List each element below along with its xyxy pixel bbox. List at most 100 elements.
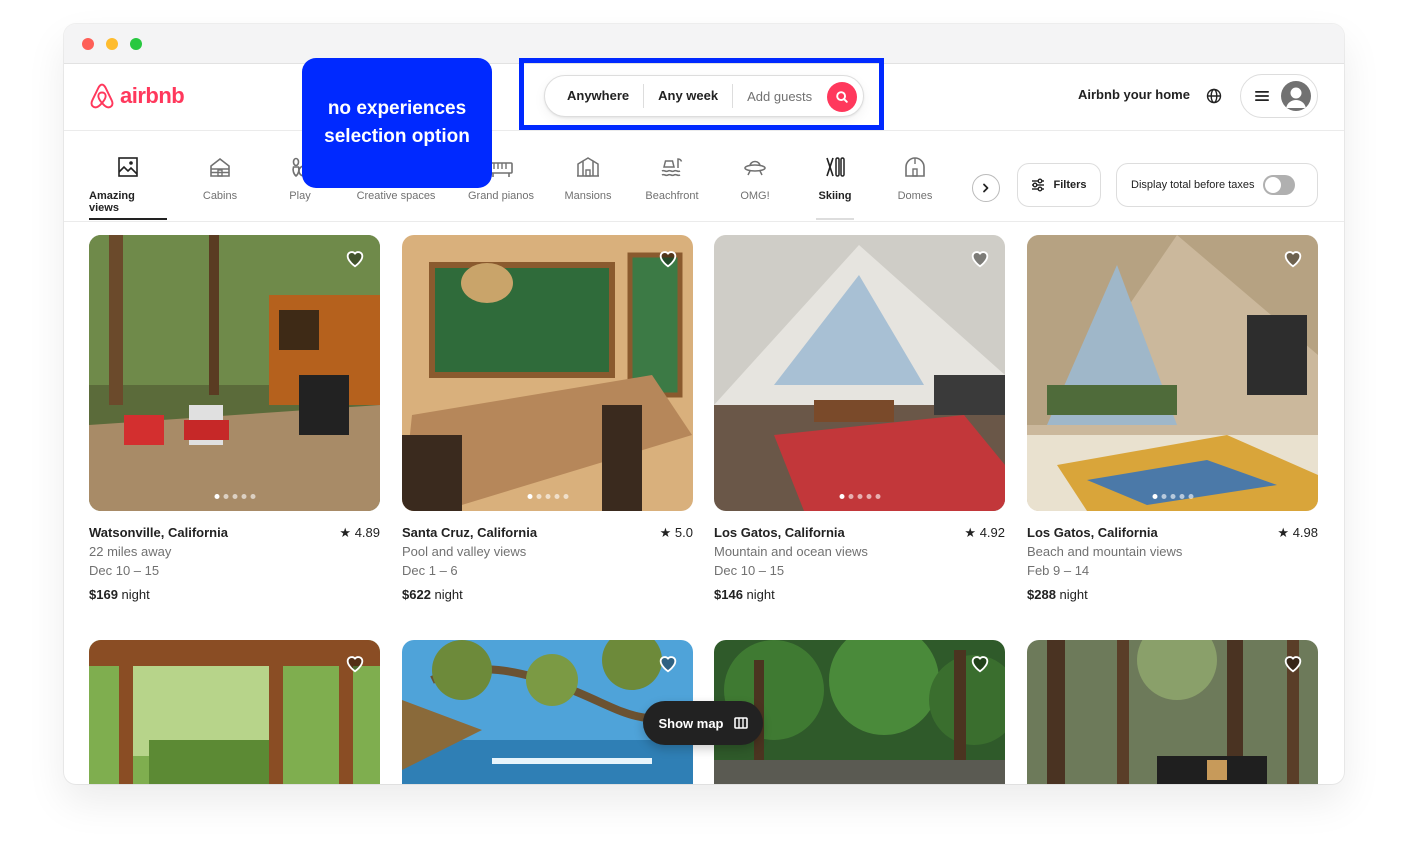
- photo-carousel-dots: [839, 494, 880, 499]
- listing-rating: ★ 4.98: [1277, 525, 1318, 540]
- search-button[interactable]: [827, 82, 857, 112]
- category-label: Play: [289, 190, 311, 202]
- listing-card[interactable]: Los Gatos, California ★ 4.98 Beach and m…: [1027, 235, 1318, 604]
- search-anywhere[interactable]: Anywhere: [545, 84, 643, 108]
- category-underline: [352, 218, 440, 220]
- display-total-toggle[interactable]: [1262, 175, 1295, 195]
- annotation-callout: no experiences selection option: [302, 58, 492, 188]
- listing-photo[interactable]: [402, 235, 693, 511]
- listing-photo-image: [1027, 235, 1318, 511]
- category-label: Cabins: [202, 190, 238, 202]
- favorite-heart-icon[interactable]: [344, 652, 366, 674]
- display-total-label: Display total before taxes: [1131, 179, 1255, 191]
- mansion-icon: [575, 154, 601, 180]
- listing-photo[interactable]: [89, 640, 380, 784]
- close-window-button[interactable]: [82, 38, 94, 50]
- rating-value: 4.92: [979, 525, 1005, 540]
- category-amazing-views[interactable]: Amazing views: [89, 154, 167, 220]
- category-label: Grand pianos: [467, 190, 535, 202]
- listing-photo-image: [714, 235, 1005, 511]
- listing-photo-image: [89, 640, 380, 784]
- listing-rating: ★ 5.0: [659, 525, 693, 540]
- dome-icon: [902, 154, 928, 180]
- search-bar[interactable]: Anywhere Any week Add guests: [544, 75, 864, 117]
- window-titlebar: [64, 24, 1344, 64]
- user-menu-button[interactable]: [1240, 74, 1318, 118]
- category-omg[interactable]: OMG!: [736, 154, 774, 220]
- price-unit: night: [121, 587, 150, 602]
- photo-carousel-dots: [214, 494, 255, 499]
- active-category-underline: [89, 218, 167, 220]
- filters-button[interactable]: Filters: [1017, 163, 1101, 207]
- map-icon: [733, 717, 748, 729]
- mountain-view-icon: [115, 154, 141, 180]
- show-map-button[interactable]: Show map: [643, 701, 763, 745]
- search-add-guests[interactable]: Add guests: [733, 89, 826, 104]
- listing-rating: ★ 4.92: [964, 525, 1005, 540]
- price-amount: $146: [714, 587, 743, 602]
- listing-photo[interactable]: [1027, 235, 1318, 511]
- filters-sliders-icon: [1032, 178, 1045, 192]
- favorite-heart-icon[interactable]: [969, 247, 991, 269]
- category-underline: [736, 218, 774, 220]
- categories-next-button[interactable]: [972, 174, 1000, 202]
- category-label: Mansions: [564, 190, 612, 202]
- display-total-toggle-container: Display total before taxes: [1116, 163, 1318, 207]
- listing-photo[interactable]: [714, 235, 1005, 511]
- price-unit: night: [434, 587, 463, 602]
- favorite-heart-icon[interactable]: [1282, 652, 1304, 674]
- listing-photo[interactable]: [1027, 640, 1318, 784]
- maximize-window-button[interactable]: [130, 38, 142, 50]
- listing-dates: Dec 10 – 15: [714, 563, 785, 578]
- price-amount: $288: [1027, 587, 1056, 602]
- photo-carousel-dots: [527, 494, 568, 499]
- price-unit: night: [746, 587, 775, 602]
- category-skiing[interactable]: Skiing: [816, 154, 854, 220]
- airbnb-logo[interactable]: airbnb: [88, 81, 185, 111]
- listing-photo-image: [1027, 640, 1318, 784]
- minimize-window-button[interactable]: [106, 38, 118, 50]
- hamburger-menu-icon: [1255, 91, 1269, 101]
- favorite-heart-icon[interactable]: [657, 247, 679, 269]
- listing-card[interactable]: [89, 640, 380, 784]
- category-cabins[interactable]: Cabins: [195, 154, 245, 220]
- filters-label: Filters: [1053, 179, 1087, 191]
- beach-icon: [659, 154, 685, 180]
- skiing-icon: [822, 154, 848, 180]
- ufo-icon: [742, 154, 768, 180]
- cabin-icon: [207, 154, 233, 180]
- listing-dates: Feb 9 – 14: [1027, 563, 1090, 578]
- search-any-week[interactable]: Any week: [644, 84, 732, 108]
- category-label: Amazing views: [89, 190, 135, 214]
- price-amount: $622: [402, 587, 431, 602]
- category-label: OMG!: [740, 190, 770, 202]
- favorite-heart-icon[interactable]: [344, 247, 366, 269]
- listing-location: Watsonville, California: [89, 525, 228, 540]
- favorite-heart-icon[interactable]: [969, 652, 991, 674]
- photo-carousel-dots: [1152, 494, 1193, 499]
- category-domes[interactable]: Domes: [894, 154, 936, 220]
- category-label: Domes: [897, 190, 933, 202]
- listing-rating: ★ 4.89: [339, 525, 380, 540]
- listing-card[interactable]: Watsonville, California ★ 4.89 22 miles …: [89, 235, 380, 604]
- favorite-heart-icon[interactable]: [1282, 247, 1304, 269]
- category-beachfront[interactable]: Beachfront: [642, 154, 702, 220]
- favorite-heart-icon[interactable]: [657, 652, 679, 674]
- listing-subtitle: 22 miles away: [89, 544, 172, 559]
- listing-card[interactable]: Los Gatos, California ★ 4.92 Mountain an…: [714, 235, 1005, 604]
- listing-subtitle: Beach and mountain views: [1027, 544, 1183, 559]
- category-underline: [562, 218, 614, 220]
- category-underline: [816, 218, 854, 220]
- category-mansions[interactable]: Mansions: [562, 154, 614, 220]
- listing-photo[interactable]: [89, 235, 380, 511]
- listing-location: Los Gatos, California: [714, 525, 845, 540]
- listing-subtitle: Mountain and ocean views: [714, 544, 868, 559]
- listing-price: $622 night: [402, 585, 693, 604]
- airbnb-your-home-link[interactable]: Airbnb your home: [1078, 87, 1190, 102]
- listing-card[interactable]: [1027, 640, 1318, 784]
- listing-location: Santa Cruz, California: [402, 525, 538, 540]
- language-button[interactable]: [1204, 86, 1224, 106]
- listing-subtitle: Pool and valley views: [402, 544, 527, 559]
- airbnb-logo-icon: [90, 83, 114, 109]
- listing-card[interactable]: Santa Cruz, California ★ 5.0 Pool and va…: [402, 235, 693, 604]
